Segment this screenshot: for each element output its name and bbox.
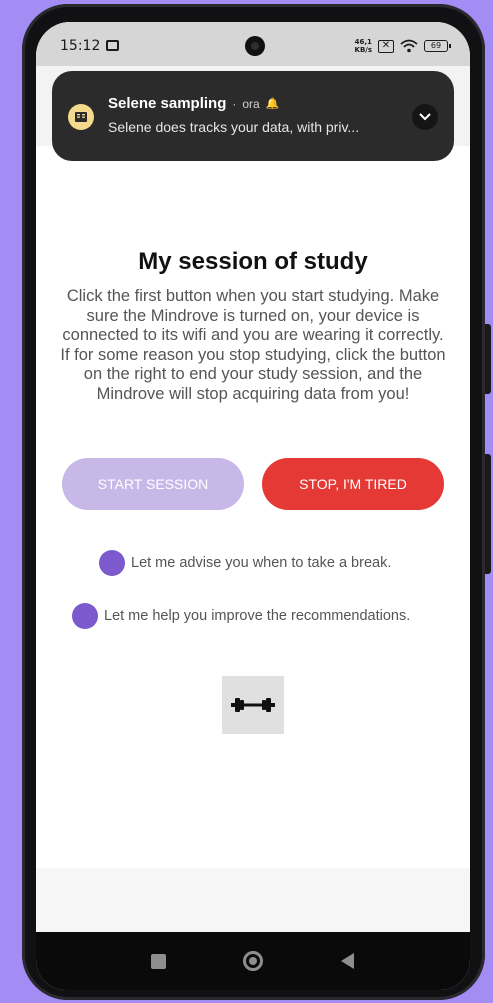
alert-bell-icon: 🔔 bbox=[265, 98, 280, 110]
dumbbell-icon bbox=[231, 698, 275, 712]
break-advice-toggle[interactable] bbox=[99, 550, 125, 576]
page-title: My session of study bbox=[138, 248, 368, 275]
battery-icon: 69 bbox=[424, 40, 451, 52]
status-bar: 15:12 46,1 KB/s ✕ 69 bbox=[36, 22, 470, 66]
status-time: 15:12 bbox=[60, 38, 101, 54]
screen: 15:12 46,1 KB/s ✕ 69 My session of study… bbox=[36, 22, 470, 990]
power-button bbox=[485, 454, 491, 574]
status-icons: 46,1 KB/s ✕ 69 bbox=[355, 38, 451, 54]
system-nav-bar bbox=[36, 932, 470, 990]
footer-area bbox=[36, 868, 470, 932]
recommendations-toggle[interactable] bbox=[72, 603, 98, 629]
home-icon[interactable] bbox=[223, 932, 283, 990]
recommendations-label: Let me help you improve the recommendati… bbox=[104, 608, 411, 624]
stop-session-button[interactable]: STOP, I'M TIRED bbox=[262, 458, 444, 510]
recommendations-option[interactable]: Let me help you improve the recommendati… bbox=[72, 603, 410, 629]
study-session-content: My session of study Click the first butt… bbox=[36, 146, 470, 868]
notification-body: Selene does tracks your data, with priv.… bbox=[108, 119, 360, 135]
net-speed-value: 46,1 bbox=[354, 38, 372, 46]
notification-card[interactable]: Selene sampling · ora 🔔 Selene does trac… bbox=[52, 71, 454, 161]
book-status-icon bbox=[106, 40, 119, 51]
notification-header: Selene sampling · ora 🔔 bbox=[108, 95, 279, 112]
volume-button bbox=[485, 324, 491, 394]
notification-app-name: Selene sampling bbox=[108, 95, 227, 112]
no-sim-icon: ✕ bbox=[378, 39, 394, 53]
net-speed: 46,1 KB/s bbox=[355, 38, 372, 54]
book-icon bbox=[68, 104, 94, 130]
wifi-icon bbox=[400, 39, 418, 53]
back-icon[interactable] bbox=[317, 932, 377, 990]
notification-separator: · bbox=[232, 96, 237, 111]
start-session-button[interactable]: START SESSION bbox=[62, 458, 244, 510]
notification-time: ora bbox=[242, 96, 260, 111]
recent-apps-icon[interactable] bbox=[128, 932, 188, 990]
break-advice-option[interactable]: Let me advise you when to take a break. bbox=[99, 550, 391, 576]
break-advice-label: Let me advise you when to take a break. bbox=[131, 555, 392, 571]
instructions-text: Click the first button when you start st… bbox=[60, 287, 446, 403]
fitness-button[interactable] bbox=[222, 676, 284, 734]
chevron-down-icon[interactable] bbox=[412, 104, 438, 130]
front-camera bbox=[245, 36, 265, 56]
net-speed-unit: KB/s bbox=[354, 46, 372, 54]
